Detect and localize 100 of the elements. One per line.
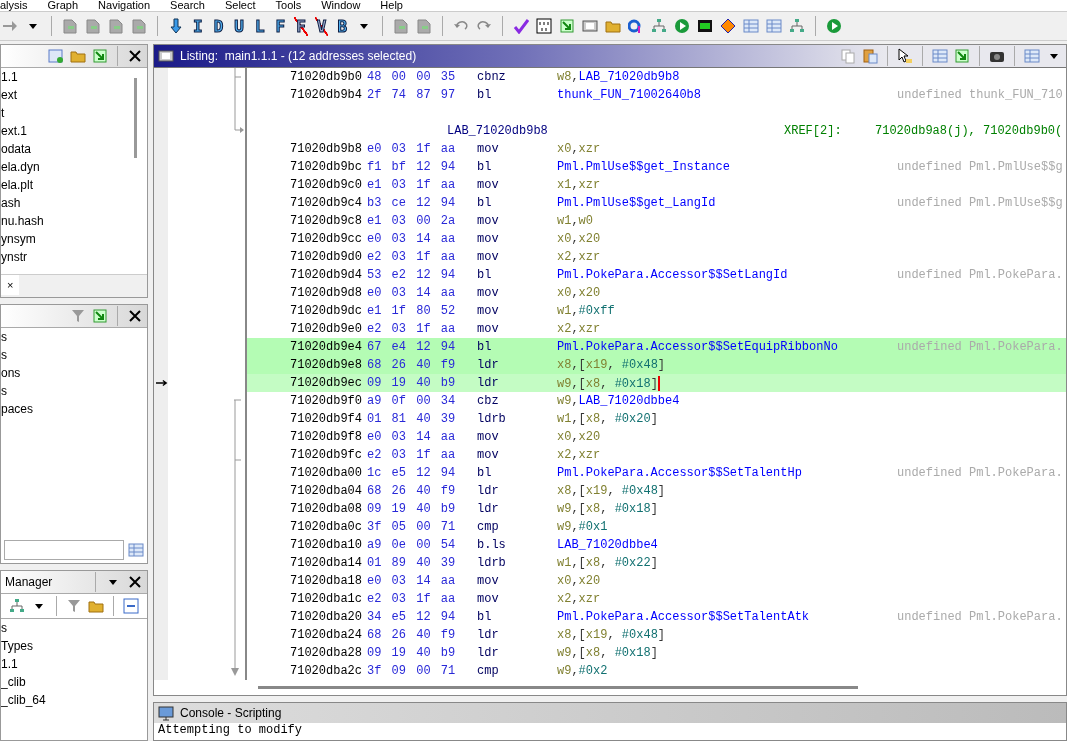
menu-item[interactable]: Help [380,0,403,11]
instruction-row[interactable]: 71020db9b0 48 00 00 35 cbnz w8,LAB_71020db9b8 [247,68,1066,86]
instruction-row[interactable]: 71020db9fc e2 03 1f aa mov x2,xzr [247,446,1066,464]
tree-item[interactable]: s [1,382,147,400]
toolbar-letter-button[interactable]: I [191,16,205,36]
instruction-row[interactable]: 71020dba14 01 89 40 39 ldrb w1,[x8, #0x22] [247,554,1066,572]
filter-field[interactable] [4,540,124,560]
menu-item[interactable]: Select [224,0,256,11]
document-icon[interactable] [62,18,78,34]
copy-icon[interactable] [840,48,856,64]
scrollbar[interactable] [258,685,858,689]
tree-item[interactable]: ela.dyn [1,158,134,176]
instruction-row[interactable]: 71020dba0c 3f 05 00 71 cmp w9,#0x1 [247,518,1066,536]
paste-icon[interactable] [862,48,878,64]
play-icon[interactable] [674,18,691,34]
play-icon[interactable] [826,18,843,34]
tree-item[interactable]: odata [1,140,134,158]
instruction-row[interactable]: 71020dba20 34 e5 12 94 bl Pml.PokePara.Accessor$$SetTalentAtk undefined Pml.PokePara. [247,608,1066,626]
instruction-row[interactable]: 71020db9e4 67 e4 12 94 bl Pml.PokePara.Accessor$$SetEquipRibbonNo undefined Pml.PokePara. [247,338,1066,356]
toolbar-letter-button[interactable]: F [273,16,288,36]
document-icon[interactable] [393,18,410,34]
tree-item[interactable]: ext [1,86,134,104]
instruction-row[interactable]: 71020db9d4 53 e2 12 94 bl Pml.PokePara.Accessor$$SetLangId undefined Pml.PokePara. [247,266,1066,284]
table-icon[interactable] [1024,48,1040,64]
film-icon[interactable] [582,18,599,34]
collapse-icon[interactable] [123,598,139,614]
tree-item[interactable]: s [1,328,147,346]
xref-list[interactable]: 71020db9a8(j), 71020db9b0( [875,124,1063,138]
instruction-row[interactable]: 71020dba04 68 26 40 f9 ldr x8,[x19, #0x48] [247,482,1066,500]
folder-icon[interactable] [605,18,622,34]
instruction-row[interactable]: 71020db9c8 e1 03 00 2a mov w1,w0 [247,212,1066,230]
instruction-row[interactable]: 71020dba10 a9 0e 00 54 b.ls LAB_71020dbbe4 [247,536,1066,554]
tree-item[interactable]: _clib_64 [1,691,147,709]
pointer-icon[interactable] [897,48,913,64]
tree-icon[interactable] [789,18,806,34]
instruction-row[interactable]: 71020db9cc e0 03 14 aa mov x0,x20 [247,230,1066,248]
tree-icon[interactable] [9,598,25,614]
instruction-row[interactable]: 71020db9b4 2f 74 87 97 bl thunk_FUN_71002640b8 undefined thunk_FUN_710 [247,86,1066,104]
table-icon[interactable] [743,18,760,34]
instruction-row[interactable]: 71020db9f0 a9 0f 00 34 cbz w9,LAB_71020dbbe4 [247,392,1066,410]
tree-item[interactable]: paces [1,400,147,418]
export-icon[interactable] [92,308,108,324]
instruction-row[interactable]: 71020db9d0 e2 03 1f aa mov x2,xzr [247,248,1066,266]
export-icon[interactable] [559,18,576,34]
tree-item[interactable]: ext.1 [1,122,134,140]
diamond-icon[interactable] [720,18,737,34]
table-icon[interactable] [766,18,783,34]
code-label[interactable]: LAB_71020db9b8 [447,124,784,138]
filter-icon[interactable] [66,598,82,614]
tree-item[interactable]: 1.1 [1,68,134,86]
toolbar-letter-button[interactable]: U [232,16,246,36]
instruction-row[interactable]: 71020db9e8 68 26 40 f9 ldr x8,[x19, #0x48] [247,356,1066,374]
instruction-row[interactable]: 71020db9b8 e0 03 1f aa mov x0,xzr [247,140,1066,158]
menu-item[interactable]: alysis [0,0,28,11]
tab-close-button[interactable]: × [1,275,20,295]
checkmark-icon[interactable] [513,18,530,34]
instruction-row[interactable]: 71020db9d8 e0 03 14 aa mov x0,x20 [247,284,1066,302]
export-icon[interactable] [954,48,970,64]
tree-item[interactable]: Types [1,637,147,655]
menu-item[interactable]: Search [170,0,205,11]
instruction-row[interactable]: 71020db9c4 b3 ce 12 94 bl Pml.PmlUse$$get_LangId undefined Pml.PmlUse$$g [247,194,1066,212]
menu-item[interactable]: Tools [275,0,302,11]
instruction-row[interactable]: 71020dba28 09 19 40 b9 ldr w9,[x8, #0x18] [247,644,1066,662]
instruction-row[interactable]: 71020db9e0 e2 03 1f aa mov x2,xzr [247,320,1066,338]
tree-item[interactable]: ons [1,364,147,382]
instruction-row[interactable]: 71020db9c0 e1 03 1f aa mov x1,xzr [247,176,1066,194]
table-icon[interactable] [932,48,948,64]
close-icon[interactable] [127,48,143,64]
tree-item[interactable]: _clib [1,673,147,691]
tree-item[interactable]: ynstr [1,248,134,266]
instruction-row[interactable]: 71020db9f4 01 81 40 39 ldrb w1,[x8, #0x20] [247,410,1066,428]
menu-item[interactable]: Navigation [98,0,151,11]
menu-item[interactable]: Window [321,0,361,11]
document-icon[interactable] [131,18,147,34]
tree-item[interactable]: s [1,619,147,637]
close-icon[interactable] [127,308,143,324]
close-icon[interactable] [127,574,143,590]
instruction-row[interactable]: 71020dba1c e2 03 1f aa mov x2,xzr [247,590,1066,608]
tree-item[interactable]: ash [1,194,134,212]
toolbar-letter-button[interactable]: D [211,16,226,36]
scrollbar[interactable] [134,78,137,158]
down-arrow-icon[interactable] [168,18,184,34]
instruction-row[interactable]: 71020db9bc f1 bf 12 94 bl Pml.PmlUse$$get_Instance undefined Pml.PmlUse$$g [247,158,1066,176]
chip-icon[interactable] [697,18,714,34]
arrow-icon[interactable] [2,18,18,34]
folder-icon[interactable] [88,598,104,614]
new-window-icon[interactable] [48,48,64,64]
tree-item[interactable]: 1.1 [1,655,147,673]
instruction-row[interactable]: 71020dba00 1c e5 12 94 bl Pml.PokePara.Accessor$$SetTalentHp undefined Pml.PokePara. [247,464,1066,482]
tree-item[interactable]: nu.hash [1,212,134,230]
document-icon[interactable] [108,18,124,34]
instruction-row[interactable]: 71020dba08 09 19 40 b9 ldr w9,[x8, #0x18] [247,500,1066,518]
table-icon[interactable] [128,542,144,558]
menu-item[interactable]: Graph [47,0,79,11]
instruction-row[interactable]: 71020db9ec 09 19 40 b9 ldr w9,[x8, #0x18] [247,374,1066,392]
tree-item[interactable]: t [1,104,134,122]
document-icon[interactable] [85,18,101,34]
instruction-row[interactable]: 71020dba18 e0 03 14 aa mov x0,x20 [247,572,1066,590]
tree-item[interactable]: ela.plt [1,176,134,194]
tree-item[interactable]: s [1,346,147,364]
